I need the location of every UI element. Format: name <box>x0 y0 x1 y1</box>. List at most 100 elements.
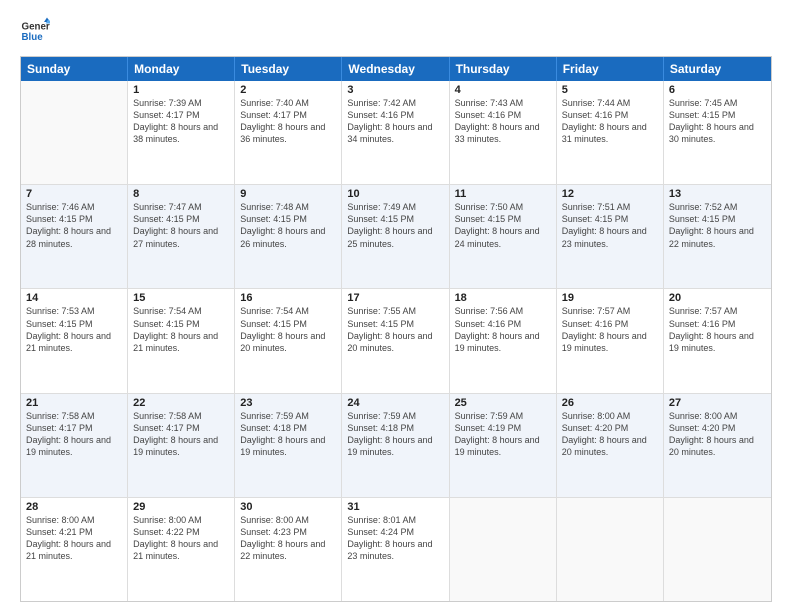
calendar-cell: 23Sunrise: 7:59 AMSunset: 4:18 PMDayligh… <box>235 394 342 497</box>
day-number: 11 <box>455 188 551 200</box>
day-number: 6 <box>669 84 766 96</box>
day-number: 26 <box>562 397 658 409</box>
calendar-cell <box>557 498 664 601</box>
svg-text:Blue: Blue <box>22 32 44 43</box>
calendar-cell <box>21 81 128 184</box>
calendar-row: 28Sunrise: 8:00 AMSunset: 4:21 PMDayligh… <box>21 498 771 601</box>
svg-text:General: General <box>22 22 51 33</box>
day-number: 28 <box>26 501 122 513</box>
cell-info: Sunrise: 8:00 AMSunset: 4:20 PMDaylight:… <box>562 410 658 459</box>
calendar-row: 14Sunrise: 7:53 AMSunset: 4:15 PMDayligh… <box>21 289 771 393</box>
day-number: 15 <box>133 292 229 304</box>
calendar-header: SundayMondayTuesdayWednesdayThursdayFrid… <box>21 57 771 81</box>
day-number: 29 <box>133 501 229 513</box>
day-number: 5 <box>562 84 658 96</box>
calendar-cell: 13Sunrise: 7:52 AMSunset: 4:15 PMDayligh… <box>664 185 771 288</box>
cell-info: Sunrise: 7:49 AMSunset: 4:15 PMDaylight:… <box>347 201 443 250</box>
calendar-cell: 14Sunrise: 7:53 AMSunset: 4:15 PMDayligh… <box>21 289 128 392</box>
calendar-cell: 8Sunrise: 7:47 AMSunset: 4:15 PMDaylight… <box>128 185 235 288</box>
calendar-cell: 18Sunrise: 7:56 AMSunset: 4:16 PMDayligh… <box>450 289 557 392</box>
header-cell-tuesday: Tuesday <box>235 57 342 81</box>
calendar-cell: 22Sunrise: 7:58 AMSunset: 4:17 PMDayligh… <box>128 394 235 497</box>
calendar-cell: 29Sunrise: 8:00 AMSunset: 4:22 PMDayligh… <box>128 498 235 601</box>
calendar-cell <box>664 498 771 601</box>
calendar-cell: 5Sunrise: 7:44 AMSunset: 4:16 PMDaylight… <box>557 81 664 184</box>
day-number: 18 <box>455 292 551 304</box>
day-number: 25 <box>455 397 551 409</box>
calendar-row: 21Sunrise: 7:58 AMSunset: 4:17 PMDayligh… <box>21 394 771 498</box>
day-number: 17 <box>347 292 443 304</box>
calendar-cell: 4Sunrise: 7:43 AMSunset: 4:16 PMDaylight… <box>450 81 557 184</box>
day-number: 22 <box>133 397 229 409</box>
calendar-cell: 31Sunrise: 8:01 AMSunset: 4:24 PMDayligh… <box>342 498 449 601</box>
calendar-cell: 16Sunrise: 7:54 AMSunset: 4:15 PMDayligh… <box>235 289 342 392</box>
cell-info: Sunrise: 8:00 AMSunset: 4:23 PMDaylight:… <box>240 514 336 563</box>
cell-info: Sunrise: 8:00 AMSunset: 4:20 PMDaylight:… <box>669 410 766 459</box>
cell-info: Sunrise: 7:44 AMSunset: 4:16 PMDaylight:… <box>562 97 658 146</box>
calendar: SundayMondayTuesdayWednesdayThursdayFrid… <box>20 56 772 602</box>
day-number: 1 <box>133 84 229 96</box>
cell-info: Sunrise: 7:54 AMSunset: 4:15 PMDaylight:… <box>133 305 229 354</box>
calendar-cell: 30Sunrise: 8:00 AMSunset: 4:23 PMDayligh… <box>235 498 342 601</box>
day-number: 19 <box>562 292 658 304</box>
day-number: 20 <box>669 292 766 304</box>
cell-info: Sunrise: 7:56 AMSunset: 4:16 PMDaylight:… <box>455 305 551 354</box>
cell-info: Sunrise: 7:57 AMSunset: 4:16 PMDaylight:… <box>669 305 766 354</box>
calendar-cell: 26Sunrise: 8:00 AMSunset: 4:20 PMDayligh… <box>557 394 664 497</box>
day-number: 3 <box>347 84 443 96</box>
day-number: 27 <box>669 397 766 409</box>
cell-info: Sunrise: 7:57 AMSunset: 4:16 PMDaylight:… <box>562 305 658 354</box>
cell-info: Sunrise: 7:53 AMSunset: 4:15 PMDaylight:… <box>26 305 122 354</box>
calendar-cell: 3Sunrise: 7:42 AMSunset: 4:16 PMDaylight… <box>342 81 449 184</box>
day-number: 30 <box>240 501 336 513</box>
calendar-cell: 20Sunrise: 7:57 AMSunset: 4:16 PMDayligh… <box>664 289 771 392</box>
cell-info: Sunrise: 7:43 AMSunset: 4:16 PMDaylight:… <box>455 97 551 146</box>
cell-info: Sunrise: 8:00 AMSunset: 4:22 PMDaylight:… <box>133 514 229 563</box>
header-cell-sunday: Sunday <box>21 57 128 81</box>
day-number: 31 <box>347 501 443 513</box>
calendar-cell: 19Sunrise: 7:57 AMSunset: 4:16 PMDayligh… <box>557 289 664 392</box>
day-number: 13 <box>669 188 766 200</box>
cell-info: Sunrise: 7:59 AMSunset: 4:18 PMDaylight:… <box>240 410 336 459</box>
header-cell-wednesday: Wednesday <box>342 57 449 81</box>
calendar-cell: 12Sunrise: 7:51 AMSunset: 4:15 PMDayligh… <box>557 185 664 288</box>
cell-info: Sunrise: 7:54 AMSunset: 4:15 PMDaylight:… <box>240 305 336 354</box>
day-number: 8 <box>133 188 229 200</box>
calendar-cell: 11Sunrise: 7:50 AMSunset: 4:15 PMDayligh… <box>450 185 557 288</box>
cell-info: Sunrise: 7:39 AMSunset: 4:17 PMDaylight:… <box>133 97 229 146</box>
day-number: 7 <box>26 188 122 200</box>
cell-info: Sunrise: 7:48 AMSunset: 4:15 PMDaylight:… <box>240 201 336 250</box>
cell-info: Sunrise: 7:50 AMSunset: 4:15 PMDaylight:… <box>455 201 551 250</box>
cell-info: Sunrise: 7:45 AMSunset: 4:15 PMDaylight:… <box>669 97 766 146</box>
calendar-cell: 9Sunrise: 7:48 AMSunset: 4:15 PMDaylight… <box>235 185 342 288</box>
cell-info: Sunrise: 7:52 AMSunset: 4:15 PMDaylight:… <box>669 201 766 250</box>
cell-info: Sunrise: 7:42 AMSunset: 4:16 PMDaylight:… <box>347 97 443 146</box>
cell-info: Sunrise: 7:40 AMSunset: 4:17 PMDaylight:… <box>240 97 336 146</box>
calendar-cell: 6Sunrise: 7:45 AMSunset: 4:15 PMDaylight… <box>664 81 771 184</box>
cell-info: Sunrise: 7:55 AMSunset: 4:15 PMDaylight:… <box>347 305 443 354</box>
cell-info: Sunrise: 7:51 AMSunset: 4:15 PMDaylight:… <box>562 201 658 250</box>
day-number: 4 <box>455 84 551 96</box>
cell-info: Sunrise: 7:59 AMSunset: 4:19 PMDaylight:… <box>455 410 551 459</box>
cell-info: Sunrise: 7:46 AMSunset: 4:15 PMDaylight:… <box>26 201 122 250</box>
day-number: 2 <box>240 84 336 96</box>
cell-info: Sunrise: 7:47 AMSunset: 4:15 PMDaylight:… <box>133 201 229 250</box>
calendar-cell: 2Sunrise: 7:40 AMSunset: 4:17 PMDaylight… <box>235 81 342 184</box>
logo-icon: General Blue <box>20 16 50 46</box>
calendar-body: 1Sunrise: 7:39 AMSunset: 4:17 PMDaylight… <box>21 81 771 601</box>
cell-info: Sunrise: 7:59 AMSunset: 4:18 PMDaylight:… <box>347 410 443 459</box>
calendar-cell: 24Sunrise: 7:59 AMSunset: 4:18 PMDayligh… <box>342 394 449 497</box>
logo: General Blue <box>20 16 50 46</box>
page-header: General Blue <box>20 16 772 46</box>
calendar-cell <box>450 498 557 601</box>
calendar-cell: 27Sunrise: 8:00 AMSunset: 4:20 PMDayligh… <box>664 394 771 497</box>
calendar-cell: 15Sunrise: 7:54 AMSunset: 4:15 PMDayligh… <box>128 289 235 392</box>
day-number: 9 <box>240 188 336 200</box>
cell-info: Sunrise: 8:00 AMSunset: 4:21 PMDaylight:… <box>26 514 122 563</box>
calendar-cell: 17Sunrise: 7:55 AMSunset: 4:15 PMDayligh… <box>342 289 449 392</box>
calendar-cell: 7Sunrise: 7:46 AMSunset: 4:15 PMDaylight… <box>21 185 128 288</box>
calendar-cell: 25Sunrise: 7:59 AMSunset: 4:19 PMDayligh… <box>450 394 557 497</box>
header-cell-friday: Friday <box>557 57 664 81</box>
day-number: 10 <box>347 188 443 200</box>
day-number: 12 <box>562 188 658 200</box>
